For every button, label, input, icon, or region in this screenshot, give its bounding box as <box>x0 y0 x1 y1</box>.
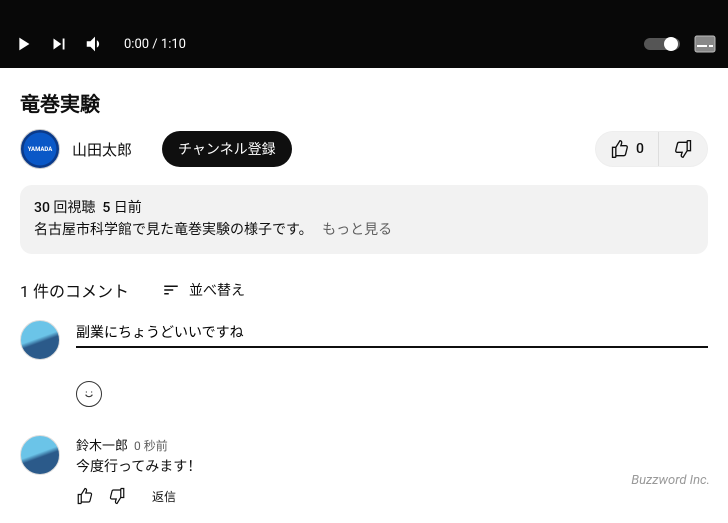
subscribe-button[interactable]: チャンネル登録 <box>162 131 292 167</box>
comment-input[interactable] <box>76 320 708 348</box>
dislike-button[interactable] <box>659 132 707 166</box>
description-box[interactable]: 30 回視聴 5 日前 名古屋市科学館で見た竜巻実験の様子です。 もっと見る <box>20 185 708 254</box>
time-display: 0:00 / 1:10 <box>124 37 186 52</box>
comment-item: 鈴木一郎 0 秒前 今度行ってみます！ 返信 <box>20 435 708 511</box>
reply-button[interactable]: 返信 <box>140 482 188 511</box>
autoplay-toggle[interactable] <box>644 35 680 53</box>
video-player[interactable]: 0:00 / 1:10 <box>0 0 728 68</box>
emoji-button[interactable] <box>76 381 102 407</box>
comment-author[interactable]: 鈴木一郎 <box>76 435 128 454</box>
captions-icon[interactable] <box>694 35 716 53</box>
video-stats: 30 回視聴 5 日前 <box>34 197 694 219</box>
like-dislike-group: 0 <box>595 131 708 167</box>
comment-time: 0 秒前 <box>134 437 168 454</box>
meta-row: YAMADA 山田太郎 チャンネル登録 0 <box>20 129 708 169</box>
play-icon[interactable] <box>12 33 34 55</box>
thumbs-down-icon <box>673 139 693 159</box>
like-button[interactable]: 0 <box>596 132 659 166</box>
comments-count: 1 件のコメント <box>20 278 129 302</box>
sort-icon <box>161 281 181 299</box>
channel-avatar[interactable]: YAMADA <box>20 129 60 169</box>
user-avatar[interactable] <box>20 320 60 360</box>
comment-like-button[interactable] <box>76 487 94 505</box>
next-icon[interactable] <box>48 33 70 55</box>
sort-button[interactable]: 並べ替え <box>161 280 245 300</box>
thumbs-up-icon <box>610 139 630 159</box>
volume-icon[interactable] <box>84 33 106 55</box>
smile-icon <box>81 386 97 402</box>
comment-text: 今度行ってみます！ <box>76 456 201 476</box>
comment-input-row <box>20 320 708 407</box>
comment-dislike-button[interactable] <box>108 487 126 505</box>
show-more-button[interactable]: もっと見る <box>322 222 392 238</box>
description-text: 名古屋市科学館で見た竜巻実験の様子です。 もっと見る <box>34 219 694 241</box>
video-title: 竜巻実験 <box>20 88 708 117</box>
video-controls: 0:00 / 1:10 <box>0 20 728 68</box>
channel-name[interactable]: 山田太郎 <box>72 139 132 160</box>
like-count: 0 <box>636 141 644 157</box>
watermark: Buzzword Inc. <box>631 473 710 488</box>
thumbs-up-icon <box>76 487 94 505</box>
thumbs-down-icon <box>108 487 126 505</box>
commenter-avatar[interactable] <box>20 435 60 475</box>
